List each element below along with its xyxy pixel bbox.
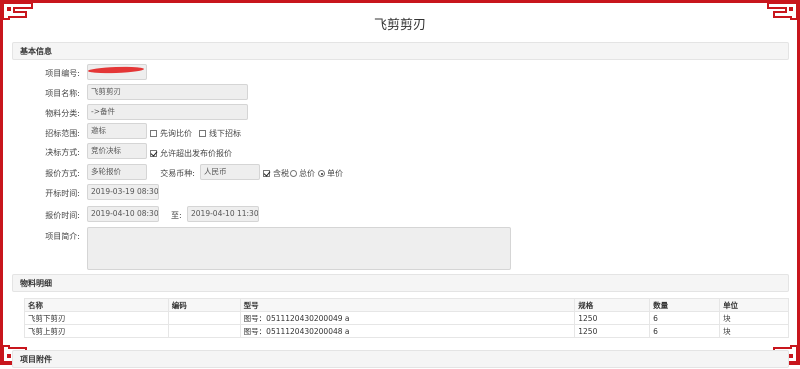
checkbox-icon[interactable]: [150, 130, 157, 137]
cell-name: 飞剪下剪刃: [24, 311, 169, 325]
tax-included-checkbox[interactable]: 含税: [263, 168, 289, 179]
decision-method-field: 竞价决标: [87, 143, 147, 159]
total-price-label: 总价: [299, 169, 315, 178]
radio-checked-icon[interactable]: [318, 170, 325, 177]
material-category-label: 物料分类:: [45, 109, 80, 118]
cell-unit: 块: [719, 324, 789, 338]
unit-price-label: 单价: [327, 169, 343, 178]
project-no-label: 项目编号:: [45, 69, 80, 78]
cell-qty: 6: [649, 311, 721, 325]
materials-header-row: 名称 编码 型号 规格 数量 单位: [24, 298, 789, 312]
cell-code: [167, 324, 241, 338]
cell-spec: 1250: [574, 311, 651, 325]
quote-time-to-label: 至:: [171, 211, 182, 220]
col-qty-header: 数量: [649, 298, 721, 312]
bid-scope-label: 招标范围:: [45, 129, 80, 138]
frame-left-border: [0, 0, 3, 365]
radio-icon[interactable]: [290, 170, 297, 177]
col-name-header: 名称: [24, 298, 169, 312]
open-time-label: 开标时间:: [45, 189, 80, 198]
summary-label: 项目简介:: [45, 232, 80, 241]
bid-scope-field: 邀标: [87, 123, 147, 139]
tax-included-label: 含税: [273, 169, 289, 178]
col-spec-header: 规格: [574, 298, 651, 312]
col-model-header: 型号: [239, 298, 576, 312]
cell-unit: 块: [719, 311, 789, 325]
col-unit-header: 单位: [719, 298, 789, 312]
material-category-field: ->备件: [87, 104, 248, 120]
page-title: 飞剪剪刃: [373, 18, 426, 33]
currency-field: 人民币: [200, 164, 260, 180]
table-row: 飞剪上剪刃 图号：0511120430200048 a 1250 6 块: [24, 324, 789, 338]
offline-bid-checkbox-label: 线下招标: [209, 129, 241, 138]
quote-time-end-field: 2019-04-10 11:30: [187, 206, 259, 222]
quote-method-label: 报价方式:: [45, 169, 80, 178]
project-name-field: 飞剪剪刃: [87, 84, 248, 100]
inquiry-checkbox-label: 先询比价: [160, 129, 192, 138]
section-basic-info: 基本信息: [12, 42, 789, 60]
summary-textarea: [87, 227, 511, 270]
quote-time-label: 报价时间:: [45, 211, 80, 220]
checkbox-checked-icon[interactable]: [150, 150, 157, 157]
quote-time-start-field: 2019-04-10 08:30: [87, 206, 159, 222]
section-attachments: 项目附件: [12, 350, 789, 368]
table-row: 飞剪下剪刃 图号：0511120430200049 a 1250 6 块: [24, 311, 789, 325]
col-code-header: 编码: [167, 298, 241, 312]
checkbox-checked-icon[interactable]: [263, 170, 270, 177]
frame-top-border: [0, 0, 800, 3]
checkbox-icon[interactable]: [199, 130, 206, 137]
section-materials: 物料明细: [12, 274, 789, 292]
inquiry-checkbox[interactable]: 先询比价: [150, 128, 192, 139]
offline-bid-checkbox[interactable]: 线下招标: [199, 128, 241, 139]
cell-model: 图号：0511120430200049 a: [239, 311, 576, 325]
allow-exceed-label: 允许超出发布价报价: [160, 149, 232, 158]
unit-price-radio[interactable]: 单价: [316, 168, 343, 179]
allow-exceed-checkbox[interactable]: 允许超出发布价报价: [150, 148, 232, 159]
open-time-field: 2019-03-19 08:30: [87, 184, 159, 200]
cell-code: [167, 311, 241, 325]
project-name-label: 项目名称:: [45, 89, 80, 98]
currency-label: 交易币种:: [160, 169, 195, 178]
decision-method-label: 决标方式:: [45, 148, 80, 157]
cell-model: 图号：0511120430200048 a: [239, 324, 576, 338]
materials-table: 名称 编码 型号 规格 数量 单位 飞剪下剪刃 图号：0511120430200…: [24, 298, 789, 338]
cell-qty: 6: [649, 324, 721, 338]
cell-name: 飞剪上剪刃: [24, 324, 169, 338]
cell-spec: 1250: [574, 324, 651, 338]
total-price-radio[interactable]: 总价: [288, 168, 315, 179]
